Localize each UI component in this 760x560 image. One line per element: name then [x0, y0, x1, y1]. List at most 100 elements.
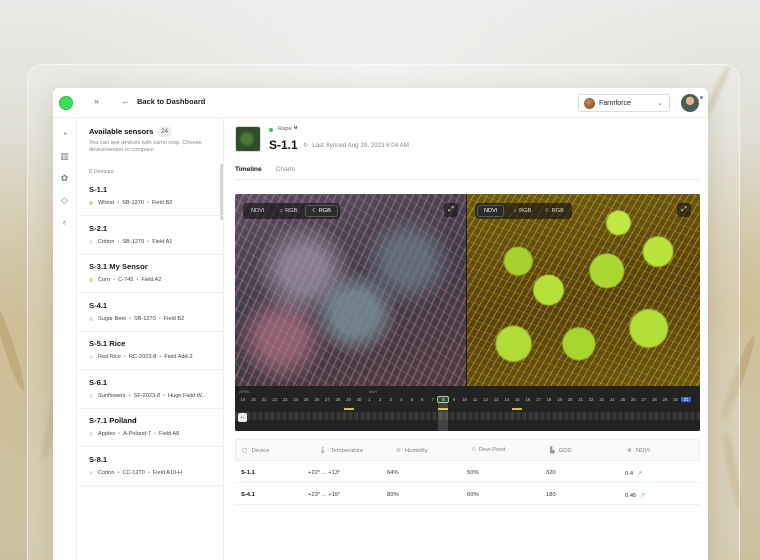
back-to-dashboard-link[interactable]: ← Back to Dashboard [121, 96, 205, 106]
timeline-day[interactable]: 2 [375, 397, 385, 402]
crop-dot [89, 393, 93, 398]
sensor-crop: Apples [98, 431, 116, 437]
timeline-day[interactable]: 26 [312, 397, 322, 402]
wheat-stalk [0, 302, 28, 392]
sprout-icon[interactable]: ♁ [59, 217, 70, 228]
view-option-ndvi[interactable]: NDVI [245, 205, 270, 217]
map-icon[interactable]: ▥ [59, 151, 70, 162]
timeline[interactable]: APRIL MAY 19 20 21 22 23 24 25 26 27 28 29 30 1 2 3 4 5 6… [235, 386, 700, 431]
timeline-day[interactable]: 17 [533, 397, 543, 402]
ndvi-image[interactable]: NDVI ☼ RGB ☾ RGB ⤢ [467, 194, 700, 386]
timeline-day[interactable]: 15 [512, 397, 522, 402]
timeline-day[interactable]: 20 [565, 397, 575, 402]
sensor-model: SB-1270 [122, 238, 145, 245]
timeline-day[interactable]: 14 [502, 397, 512, 402]
timeline-day[interactable]: 22 [270, 397, 280, 402]
timeline-day[interactable]: 24 [607, 397, 617, 402]
separator: • [117, 200, 120, 206]
logo-icon[interactable] [59, 96, 73, 110]
header-dew-point: ◊ Dew Point [472, 447, 506, 453]
sensor-item[interactable]: S-1.1 Wheat • SB-1270 • Field B2 [78, 178, 223, 216]
tab-charts[interactable]: Charts [276, 166, 295, 180]
organization-select[interactable]: Farmforce ⌄ [578, 94, 670, 112]
timeline-day[interactable]: 22 [586, 397, 596, 402]
timeline-day[interactable]: 29 [660, 397, 670, 402]
timeline-day[interactable]: 31 [681, 397, 692, 402]
timeline-day[interactable]: 25 [301, 397, 311, 402]
sensor-item[interactable]: S-2.1 Cotton • SB-1270 • Field A1 [78, 217, 223, 255]
sensor-item[interactable]: S-8.1 Cotton • CC-1270 • Field A10-H [78, 448, 223, 486]
timeline-day[interactable]: 16 [523, 397, 533, 402]
timeline-day[interactable]: 25 [618, 397, 628, 402]
timeline-day[interactable]: 30 [671, 397, 681, 402]
timeline-day[interactable]: 4 [396, 397, 406, 402]
right-view-toggle: NDVI ☼ RGB ☾ RGB [475, 203, 572, 219]
timeline-day[interactable]: 12 [481, 397, 491, 402]
top-bar: » ← Back to Dashboard Farmforce ⌄ [53, 88, 708, 118]
sensor-field: Field A10-H [152, 469, 183, 476]
timeline-day[interactable]: 26 [628, 397, 638, 402]
flower-icon[interactable]: ✿ [59, 173, 70, 184]
timeline-strip[interactable] [235, 412, 700, 420]
timeline-day[interactable]: 13 [491, 397, 501, 402]
view-option-ndvi[interactable]: NDVI [477, 205, 505, 217]
timeline-day[interactable]: 18 [544, 397, 554, 402]
timeline-day[interactable]: 19 [238, 397, 248, 402]
sensor-item[interactable]: S-4.1 Sugar Beet • SB-1270 • Field B2 [78, 294, 223, 332]
timeline-day[interactable]: 3 [386, 397, 396, 402]
sensor-model: SF-2023-8 [133, 392, 161, 399]
timeline-day[interactable]: 1 [365, 397, 375, 402]
separator: • [118, 431, 121, 437]
timeline-day[interactable]: 29 [344, 397, 354, 402]
sync-status[interactable]: ↻ Last Synced Aug 29, 2023 6:04 AM [303, 142, 409, 149]
timeline-day[interactable]: 27 [639, 397, 649, 402]
timeline-day[interactable]: 24 [291, 397, 301, 402]
timeline-day[interactable]: 30 [354, 397, 364, 402]
tag-icon[interactable]: ◇ [59, 195, 70, 206]
fullscreen-icon[interactable]: ⤢ [444, 203, 458, 217]
separator: • [159, 354, 162, 360]
timeline-day[interactable]: 27 [322, 397, 332, 402]
dashboard-icon[interactable]: ◔ [59, 129, 70, 140]
cell-dew-point: 60% [467, 492, 479, 498]
table-row[interactable]: S-1.1 +22° ... +13° 64% 50% 320 0.4 ↗ [235, 461, 700, 483]
sensor-item[interactable]: S-5.1 Rice Red Rice • RC-2023-8 • Field Add-2 [78, 332, 223, 370]
rgb-image[interactable]: NDVI ☼ RGB ☾ RGB ⤢ [235, 194, 466, 386]
fullscreen-icon[interactable]: ⤢ [677, 203, 691, 217]
crop-dot [89, 432, 93, 436]
arrow-left-icon[interactable]: ← [238, 413, 247, 422]
timeline-day[interactable]: 6 [417, 397, 427, 402]
user-avatar[interactable] [681, 94, 703, 112]
timeline-cursor[interactable] [438, 396, 449, 431]
tab-timeline[interactable]: Timeline [235, 166, 262, 180]
refresh-icon: ↻ [303, 142, 309, 149]
sensor-list-panel: Available sensors 24 You can see devices… [78, 118, 224, 560]
timeline-day[interactable]: 5 [407, 397, 417, 402]
sensor-item[interactable]: S-6.1 Sunflowers • SF-2023-8 • Huge Field W..… [78, 371, 223, 409]
view-option-rgb-day[interactable]: ☼ RGB [272, 205, 303, 217]
timeline-day[interactable]: 7 [428, 397, 438, 402]
expand-sidebar-icon[interactable]: » [94, 96, 99, 106]
table-row[interactable]: S-4.1 +23° ... +15° 80% 60% 180 0.45 ↗ [235, 483, 700, 505]
timeline-day[interactable]: 9 [449, 397, 459, 402]
timeline-day[interactable]: 23 [597, 397, 607, 402]
view-option-rgb-day[interactable]: ☼ RGB [506, 205, 537, 217]
moon-icon: ☾ [545, 208, 552, 214]
sensor-item[interactable]: S-3.1 My Sensor Corn • C-745 • Field A2 [78, 255, 223, 293]
view-option-rgb-night[interactable]: ☾ RGB [539, 205, 570, 217]
timeline-day[interactable]: 28 [333, 397, 343, 402]
timeline-day[interactable]: 23 [280, 397, 290, 402]
timeline-day[interactable]: 11 [470, 397, 480, 402]
timeline-day[interactable]: 28 [649, 397, 659, 402]
view-option-rgb-night[interactable]: ☾ RGB [305, 205, 338, 217]
sensor-crop: Wheat [98, 200, 115, 206]
device-crop: Rape [278, 126, 292, 132]
timeline-day[interactable]: 19 [555, 397, 565, 402]
timeline-day[interactable]: 10 [460, 397, 470, 402]
cell-gdd: 180 [546, 492, 556, 498]
timeline-day[interactable]: 21 [259, 397, 269, 402]
sensor-model: SB-1270 [133, 315, 156, 322]
timeline-day[interactable]: 20 [249, 397, 259, 402]
sensor-item[interactable]: S-7.1 Polland Apples • A-Poland-7 • Field A8 [78, 409, 223, 447]
timeline-day[interactable]: 21 [576, 397, 586, 402]
